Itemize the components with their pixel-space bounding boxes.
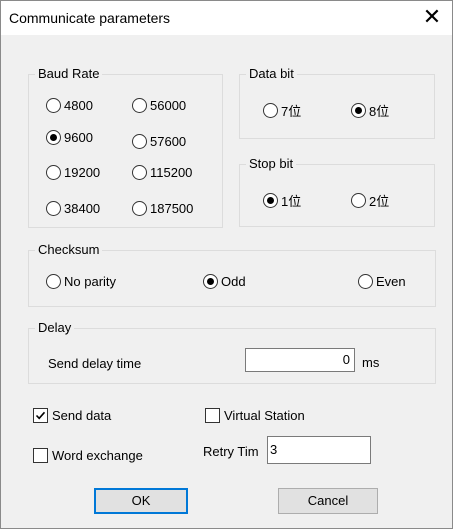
radio-label: Even (376, 273, 406, 289)
radio-label: 1位 (281, 193, 302, 209)
radio-label: No parity (64, 273, 117, 289)
baud-9600-radio[interactable]: 9600 (46, 128, 93, 146)
retry-times-input[interactable]: 3 (267, 436, 371, 464)
dialog-title: Communicate parameters (9, 10, 171, 26)
radio-label: 19200 (64, 164, 101, 180)
checkbox-label: Virtual Station (224, 407, 305, 423)
radio-label: 4800 (64, 97, 93, 113)
radio-label: 9600 (64, 129, 93, 145)
radio-circle-icon (132, 97, 147, 113)
data-bit-label: Data bit (246, 66, 297, 81)
virtual-station-checkbox[interactable]: Virtual Station (205, 406, 305, 424)
radio-label: 8位 (369, 103, 390, 119)
radio-circle-icon (263, 102, 278, 118)
checksum-label: Checksum (35, 242, 103, 257)
word-exchange-checkbox[interactable]: Word exchange (33, 446, 143, 464)
radio-selected-icon (263, 192, 278, 208)
radio-selected-icon (351, 102, 366, 118)
title-bar: Communicate parameters ✕ (1, 1, 452, 35)
radio-circle-icon (132, 164, 147, 180)
send-delay-time-input[interactable]: 0 (245, 348, 355, 372)
radio-label: 38400 (64, 200, 101, 216)
radio-label: 7位 (281, 103, 302, 119)
baud-19200-radio[interactable]: 19200 (46, 163, 100, 181)
radio-circle-icon (46, 273, 61, 289)
radio-circle-icon (46, 164, 61, 180)
radio-selected-icon (46, 129, 61, 145)
data-bit-8-radio[interactable]: 8位 (351, 101, 389, 119)
radio-label: 115200 (150, 164, 193, 180)
radio-circle-icon (358, 273, 373, 289)
stop-bit-2-radio[interactable]: 2位 (351, 191, 389, 209)
checkbox-label: Send data (52, 407, 112, 423)
cancel-button[interactable]: Cancel (278, 488, 378, 514)
radio-selected-icon (203, 273, 218, 289)
checkmark-icon (33, 407, 48, 423)
radio-circle-icon (132, 133, 147, 149)
radio-label: Odd (221, 273, 246, 289)
checksum-odd-radio[interactable]: Odd (203, 272, 246, 290)
radio-label: 57600 (150, 133, 187, 149)
data-bit-7-radio[interactable]: 7位 (263, 101, 301, 119)
baud-rate-label: Baud Rate (35, 66, 103, 81)
stop-bit-label: Stop bit (246, 156, 297, 171)
baud-187500-radio[interactable]: 187500 (132, 199, 193, 217)
checkbox-empty-icon (33, 447, 48, 463)
radio-circle-icon (46, 200, 61, 216)
radio-label: 56000 (150, 97, 187, 113)
radio-circle-icon (46, 97, 61, 113)
baud-57600-radio[interactable]: 57600 (132, 132, 186, 150)
stop-bit-1-radio[interactable]: 1位 (263, 191, 301, 209)
baud-56000-radio[interactable]: 56000 (132, 96, 186, 114)
radio-circle-icon (132, 200, 147, 216)
baud-38400-radio[interactable]: 38400 (46, 199, 100, 217)
baud-4800-radio[interactable]: 4800 (46, 96, 93, 114)
radio-circle-icon (351, 192, 366, 208)
checksum-even-radio[interactable]: Even (358, 272, 406, 290)
delay-label: Delay (35, 320, 75, 335)
radio-label: 187500 (150, 200, 194, 216)
checksum-no-parity-radio[interactable]: No parity (46, 272, 116, 290)
retry-times-label: Retry Tim (203, 444, 259, 459)
ok-button[interactable]: OK (94, 488, 188, 514)
close-icon[interactable]: ✕ (412, 1, 452, 35)
send-delay-time-label: Send delay time (48, 356, 142, 371)
baud-115200-radio[interactable]: 115200 (132, 163, 192, 181)
delay-unit-label: ms (362, 355, 380, 370)
checkbox-label: Word exchange (52, 447, 143, 463)
radio-label: 2位 (369, 193, 390, 209)
checkbox-empty-icon (205, 407, 220, 423)
send-data-checkbox[interactable]: Send data (33, 406, 111, 424)
communicate-parameters-dialog: Communicate parameters ✕ Baud Rate 4800 … (0, 0, 453, 529)
